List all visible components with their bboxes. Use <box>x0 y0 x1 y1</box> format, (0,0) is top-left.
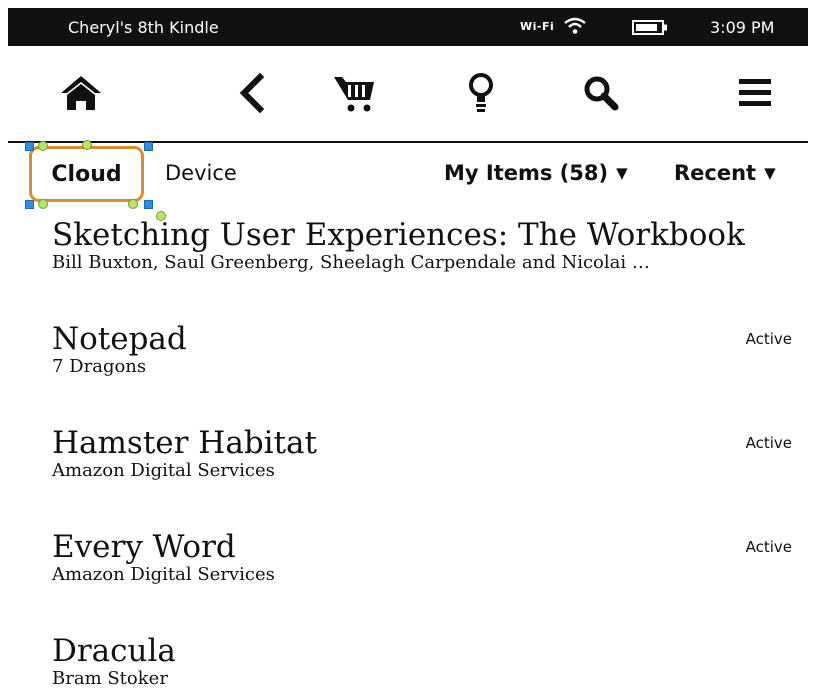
selection-handle <box>25 200 34 209</box>
chevron-down-icon: ▼ <box>616 164 628 182</box>
light-button[interactable] <box>456 68 506 118</box>
selection-handle <box>144 200 153 209</box>
item-author: Bram Stoker <box>52 668 168 689</box>
home-button[interactable] <box>56 68 106 118</box>
list-item[interactable]: Sketching User Experiences: The Workbook… <box>52 218 792 274</box>
list-item[interactable]: Dracula Bram Stoker <box>52 634 792 690</box>
home-icon <box>61 76 101 110</box>
tab-cloud[interactable]: Cloud <box>29 146 144 202</box>
toolbar <box>8 48 808 140</box>
item-title: Hamster Habitat <box>52 425 317 461</box>
status-bar: Cheryl's 8th Kindle Wi-Fi 3:09 PM <box>8 8 808 46</box>
tab-device[interactable]: Device <box>165 161 237 185</box>
sort-dropdown[interactable]: Recent ▼ <box>674 161 776 185</box>
selection-handle <box>144 142 153 151</box>
search-icon <box>584 76 619 111</box>
item-author: 7 Dragons <box>52 356 147 377</box>
battery-icon <box>632 20 667 35</box>
filter-row: Cloud Device My Items (58) ▼ Recent ▼ <box>0 140 813 221</box>
selection-handle <box>128 199 138 209</box>
list-item[interactable]: Hamster Habitat Amazon Digital Services … <box>52 426 792 482</box>
sort-label: Recent <box>674 161 757 185</box>
item-author: Bill Buxton, Saul Greenberg, Sheelagh Ca… <box>52 252 650 273</box>
selection-handle <box>25 142 34 151</box>
wifi-icon <box>564 17 586 34</box>
status-badge: Active <box>745 330 792 348</box>
item-author: Amazon Digital Services <box>52 564 275 585</box>
menu-button[interactable] <box>730 68 780 118</box>
back-button[interactable] <box>226 68 276 118</box>
item-author: Amazon Digital Services <box>52 460 275 481</box>
clock-time: 3:09 PM <box>710 18 775 37</box>
list-item[interactable]: Every Word Amazon Digital Services Activ… <box>52 530 792 586</box>
list-item[interactable]: Notepad 7 Dragons Active <box>52 322 792 378</box>
menu-icon <box>739 79 771 106</box>
item-title: Dracula <box>52 633 176 669</box>
chevron-down-icon: ▼ <box>764 164 776 182</box>
search-button[interactable] <box>576 68 626 118</box>
item-title: Every Word <box>52 529 236 565</box>
wifi-label: Wi-Fi <box>520 20 555 33</box>
lightbulb-icon <box>469 73 493 112</box>
selection-handle <box>38 141 48 151</box>
my-items-dropdown[interactable]: My Items (58) ▼ <box>444 161 628 185</box>
device-name: Cheryl's 8th Kindle <box>68 18 219 37</box>
item-title: Notepad <box>52 321 187 357</box>
status-badge: Active <box>745 538 792 556</box>
item-title: Sketching User Experiences: The Workbook <box>52 217 745 253</box>
cart-icon <box>334 77 374 112</box>
status-badge: Active <box>745 434 792 452</box>
selection-handle <box>38 199 48 209</box>
my-items-label: My Items (58) <box>444 161 609 185</box>
selection-handle <box>82 140 92 150</box>
back-icon <box>239 73 265 113</box>
store-button[interactable] <box>330 68 380 118</box>
